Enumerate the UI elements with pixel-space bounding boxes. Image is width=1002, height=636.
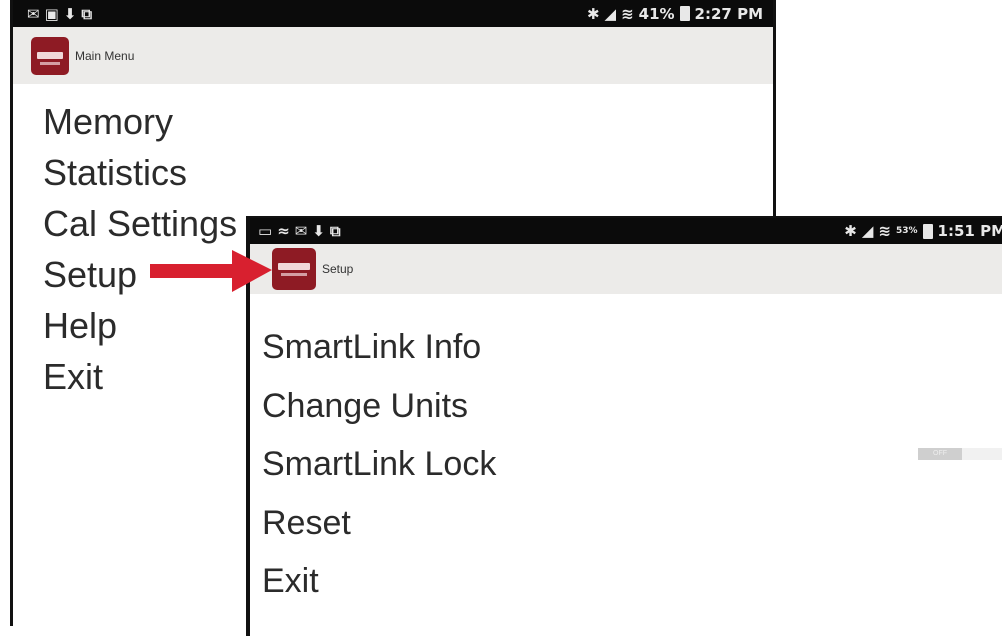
download-icon: ⬇ <box>312 222 326 240</box>
notification-icon: ≈ <box>277 222 291 240</box>
smartlink-lock-toggle[interactable]: OFF <box>918 448 1002 460</box>
notification-icons: ✉ ▣ ⬇ ⧉ <box>27 5 93 23</box>
system-status: ✱ ◢ ≋ 53% 1:51 PM <box>844 222 1002 240</box>
signal-icon: ◢ <box>604 4 617 23</box>
notification-icons: ▭ ≈ ✉ ⬇ ⧉ <box>258 222 342 240</box>
action-bar: Setup <box>250 244 1002 294</box>
menu-item-change-units[interactable]: Change Units <box>262 377 1002 436</box>
download-icon: ⬇ <box>63 4 78 23</box>
menu-item-memory[interactable]: Memory <box>43 96 773 147</box>
battery-percent: 41% <box>638 4 675 23</box>
battery-icon <box>922 223 933 239</box>
clock: 2:27 PM <box>694 4 763 23</box>
message-icon: ✉ <box>294 222 309 240</box>
image-icon: ▭ <box>258 222 274 240</box>
action-bar: Main Menu <box>13 27 773 84</box>
wifi-icon: ≋ <box>878 222 891 240</box>
image-icon: ▣ <box>44 4 60 23</box>
signal-icon: ◢ <box>861 222 874 240</box>
screen-title: Setup <box>322 262 354 276</box>
wifi-icon: ≋ <box>621 4 634 23</box>
battery-icon <box>679 6 690 21</box>
menu-item-smartlink-lock[interactable]: SmartLink Lock <box>262 435 1002 494</box>
setup-menu-list: SmartLink Info Change Units SmartLink Lo… <box>250 318 1002 611</box>
pointer-arrow-icon <box>150 250 272 292</box>
system-status: ✱ ◢ ≋ 41% 2:27 PM <box>587 5 763 23</box>
bluetooth-icon: ✱ <box>844 222 857 240</box>
toggle-state-label: OFF <box>918 448 962 460</box>
setup-screen: ▭ ≈ ✉ ⬇ ⧉ ✱ ◢ ≋ 53% 1:51 PM Setup SmartL… <box>246 216 1002 636</box>
menu-item-reset[interactable]: Reset <box>262 494 1002 553</box>
battery-percent: 53% <box>896 226 918 236</box>
clock: 1:51 PM <box>937 222 1002 240</box>
menu-item-exit[interactable]: Exit <box>262 552 1002 611</box>
screen-title: Main Menu <box>75 48 135 63</box>
gallery-icon: ⧉ <box>81 4 94 23</box>
app-logo-icon[interactable] <box>272 248 316 290</box>
menu-item-smartlink-info[interactable]: SmartLink Info <box>262 318 1002 377</box>
message-icon: ✉ <box>27 4 41 23</box>
bluetooth-icon: ✱ <box>586 4 600 23</box>
menu-item-statistics[interactable]: Statistics <box>43 147 773 198</box>
status-bar: ✉ ▣ ⬇ ⧉ ✱ ◢ ≋ 41% 2:27 PM <box>13 0 773 27</box>
status-bar: ▭ ≈ ✉ ⬇ ⧉ ✱ ◢ ≋ 53% 1:51 PM <box>250 218 1002 244</box>
app-logo-icon[interactable] <box>31 36 69 75</box>
gallery-icon: ⧉ <box>329 222 342 240</box>
